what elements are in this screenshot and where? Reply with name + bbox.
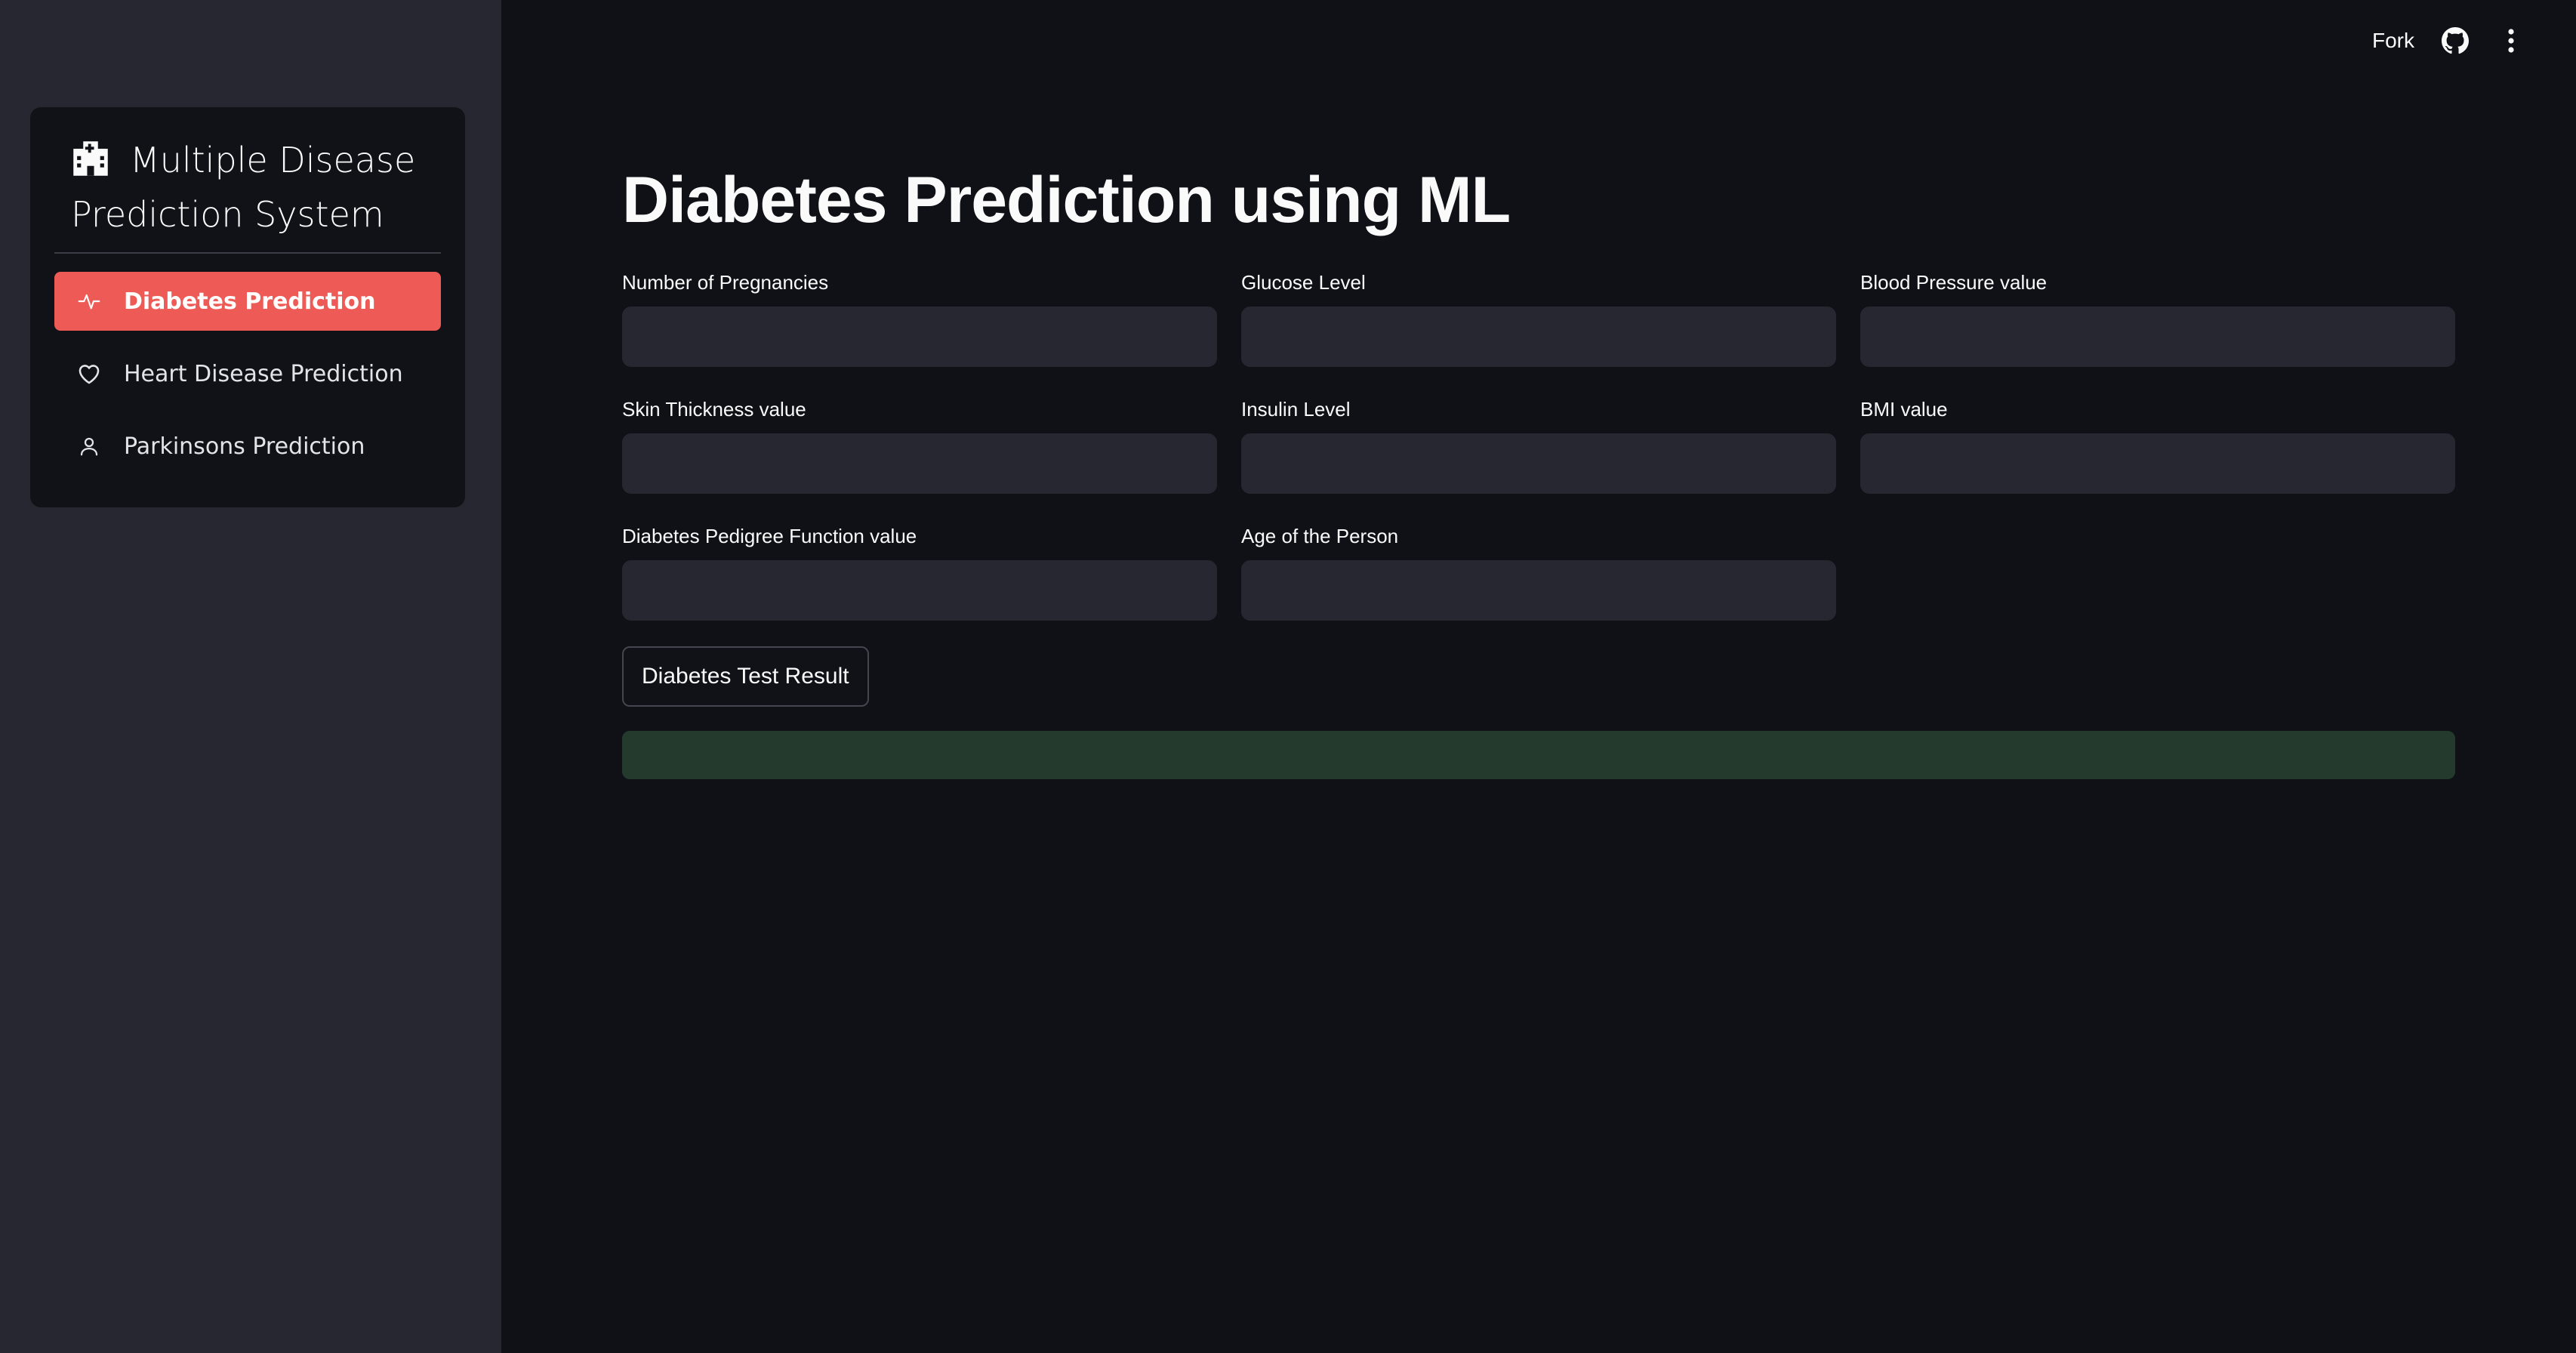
field-label: Blood Pressure value	[1860, 271, 2048, 294]
pedigree-field: Diabetes Pedigree Function value	[622, 522, 1217, 621]
main-content: Diabetes Prediction using ML Number of P…	[501, 0, 2576, 1353]
field-label: Number of Pregnancies	[622, 271, 829, 294]
skin-thickness-field: Skin Thickness value	[622, 396, 1217, 494]
diabetes-test-result-button[interactable]: Diabetes Test Result	[622, 646, 869, 707]
blood-pressure-field: Blood Pressure value	[1860, 269, 2455, 367]
menu-divider	[54, 252, 441, 254]
field-label: Skin Thickness value	[622, 398, 806, 421]
field-label: Insulin Level	[1241, 398, 1351, 421]
sidebar-item-parkinsons-prediction[interactable]: Parkinsons Prediction	[54, 417, 441, 476]
field-label: Age of the Person	[1241, 525, 1399, 547]
menu-title-text: Multiple Disease Prediction System	[71, 140, 416, 235]
age-input[interactable]	[1241, 560, 1836, 621]
field-label: Glucose Level	[1241, 271, 1366, 294]
insulin-field: Insulin Level	[1241, 396, 1836, 494]
option-menu: Multiple Disease Prediction System Diabe…	[30, 107, 465, 507]
menu-title: Multiple Disease Prediction System	[71, 133, 448, 242]
age-field: Age of the Person	[1241, 522, 1836, 621]
sidebar-item-diabetes-prediction[interactable]: Diabetes Prediction	[54, 272, 441, 331]
bmi-input[interactable]	[1860, 433, 2455, 494]
page-title: Diabetes Prediction using ML	[622, 164, 1511, 236]
glucose-input[interactable]	[1241, 307, 1836, 367]
pedigree-input[interactable]	[622, 560, 1217, 621]
app-window: Multiple Disease Prediction System Diabe…	[0, 0, 2576, 1353]
sidebar-item-heart-disease-prediction[interactable]: Heart Disease Prediction	[54, 344, 441, 403]
bmi-field: BMI value	[1860, 396, 2455, 494]
pregnancies-input[interactable]	[622, 307, 1217, 367]
field-label: BMI value	[1860, 398, 1948, 421]
sidebar: Multiple Disease Prediction System Diabe…	[0, 0, 501, 1353]
insulin-input[interactable]	[1241, 433, 1836, 494]
sidebar-item-label: Parkinsons Prediction	[124, 433, 365, 460]
result-banner	[622, 731, 2455, 779]
glucose-field: Glucose Level	[1241, 269, 1836, 367]
field-label: Diabetes Pedigree Function value	[622, 525, 917, 547]
heart-icon	[75, 360, 103, 387]
skin-thickness-input[interactable]	[622, 433, 1217, 494]
blood-pressure-input[interactable]	[1860, 307, 2455, 367]
activity-icon	[75, 288, 103, 315]
sidebar-item-label: Diabetes Prediction	[124, 288, 376, 315]
pregnancies-field: Number of Pregnancies	[622, 269, 1217, 367]
hospital-icon	[71, 139, 110, 178]
sidebar-item-label: Heart Disease Prediction	[124, 360, 403, 387]
person-icon	[75, 433, 103, 460]
